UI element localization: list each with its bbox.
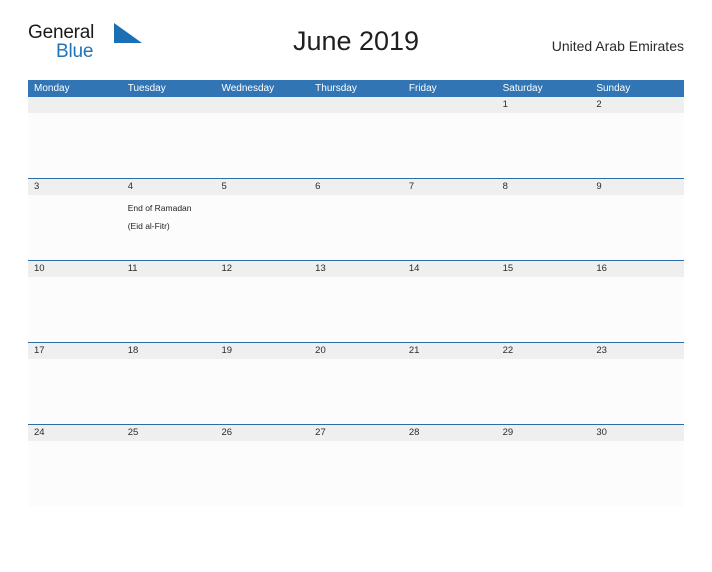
week-event-band xyxy=(28,441,684,506)
event-cell[interactable] xyxy=(403,277,497,342)
event-cell[interactable] xyxy=(28,441,122,506)
date-cell[interactable]: 21 xyxy=(403,343,497,359)
date-cell[interactable]: 27 xyxy=(309,425,403,441)
date-cell[interactable]: 5 xyxy=(215,179,309,195)
event-cell[interactable] xyxy=(28,277,122,342)
calendar-table: Monday Tuesday Wednesday Thursday Friday… xyxy=(28,80,684,506)
date-cell[interactable]: 14 xyxy=(403,261,497,277)
event-cell[interactable] xyxy=(28,113,122,178)
event-cell[interactable]: End of Ramadan (Eid al-Fitr) xyxy=(122,195,216,260)
event-cell[interactable] xyxy=(122,441,216,506)
weekday-header-row: Monday Tuesday Wednesday Thursday Friday… xyxy=(28,80,684,97)
event-cell[interactable] xyxy=(309,113,403,178)
event-cell[interactable] xyxy=(590,441,684,506)
weekday-header-wednesday: Wednesday xyxy=(221,83,275,94)
week-date-band: 24 25 26 27 28 29 30 xyxy=(28,425,684,441)
date-cell[interactable]: 26 xyxy=(215,425,309,441)
event-cell[interactable] xyxy=(403,195,497,260)
event-cell[interactable] xyxy=(122,359,216,424)
page-header: General Blue June 2019 United Arab Emira… xyxy=(28,22,684,74)
event-cell[interactable] xyxy=(403,359,497,424)
event-cell[interactable] xyxy=(28,195,122,260)
weekday-header-friday: Friday xyxy=(408,83,437,94)
date-cell[interactable]: 1 xyxy=(497,97,591,113)
date-cell[interactable]: 7 xyxy=(403,179,497,195)
date-cell[interactable] xyxy=(215,97,309,113)
date-cell[interactable] xyxy=(122,97,216,113)
date-cell[interactable]: 20 xyxy=(309,343,403,359)
week-date-band: 3 4 5 6 7 8 9 xyxy=(28,179,684,195)
date-cell[interactable]: 6 xyxy=(309,179,403,195)
event-cell[interactable] xyxy=(309,195,403,260)
weekday-header-thursday: Thursday xyxy=(315,83,357,94)
week-date-band: 17 18 19 20 21 22 23 xyxy=(28,343,684,359)
event-cell[interactable] xyxy=(309,359,403,424)
event-cell[interactable] xyxy=(590,113,684,178)
date-cell[interactable]: 13 xyxy=(309,261,403,277)
date-cell[interactable]: 24 xyxy=(28,425,122,441)
weekday-header-monday: Monday xyxy=(34,83,70,94)
date-cell[interactable]: 29 xyxy=(497,425,591,441)
date-cell[interactable]: 25 xyxy=(122,425,216,441)
event-cell[interactable] xyxy=(590,195,684,260)
date-cell[interactable]: 10 xyxy=(28,261,122,277)
event-cell[interactable] xyxy=(122,277,216,342)
event-cell[interactable] xyxy=(590,359,684,424)
event-cell[interactable] xyxy=(215,195,309,260)
event-cell[interactable] xyxy=(215,359,309,424)
event-cell[interactable] xyxy=(122,113,216,178)
week-event-band xyxy=(28,359,684,424)
week-row: 17 18 19 20 21 22 23 xyxy=(28,342,684,424)
date-cell[interactable]: 23 xyxy=(590,343,684,359)
event-cell[interactable] xyxy=(497,359,591,424)
event-cell[interactable] xyxy=(497,113,591,178)
weekday-header-saturday: Saturday xyxy=(502,83,543,94)
week-row: 3 4 5 6 7 8 9 End of Ramadan (Eid al-Fit… xyxy=(28,178,684,260)
event-cell[interactable] xyxy=(497,195,591,260)
date-cell[interactable]: 8 xyxy=(497,179,591,195)
locale-label: United Arab Emirates xyxy=(551,38,684,54)
date-cell[interactable]: 17 xyxy=(28,343,122,359)
weekday-header-sunday: Sunday xyxy=(596,83,631,94)
date-cell[interactable] xyxy=(403,97,497,113)
date-cell[interactable]: 30 xyxy=(590,425,684,441)
event-cell[interactable] xyxy=(497,441,591,506)
event-cell[interactable] xyxy=(497,277,591,342)
event-cell[interactable] xyxy=(215,113,309,178)
date-cell[interactable]: 12 xyxy=(215,261,309,277)
date-cell[interactable]: 11 xyxy=(122,261,216,277)
event-cell[interactable] xyxy=(309,441,403,506)
date-cell[interactable] xyxy=(309,97,403,113)
date-cell[interactable]: 22 xyxy=(497,343,591,359)
week-event-band xyxy=(28,277,684,342)
event-cell[interactable] xyxy=(590,277,684,342)
event-cell[interactable] xyxy=(215,441,309,506)
event-text: End of Ramadan (Eid al-Fitr) xyxy=(127,203,192,231)
date-cell[interactable]: 18 xyxy=(122,343,216,359)
week-row: 10 11 12 13 14 15 16 xyxy=(28,260,684,342)
event-cell[interactable] xyxy=(403,441,497,506)
week-event-band xyxy=(28,113,684,178)
week-event-band: End of Ramadan (Eid al-Fitr) xyxy=(28,195,684,260)
week-row: 1 2 xyxy=(28,97,684,178)
date-cell[interactable]: 3 xyxy=(28,179,122,195)
date-cell[interactable]: 9 xyxy=(590,179,684,195)
event-cell[interactable] xyxy=(403,113,497,178)
date-cell[interactable]: 4 xyxy=(122,179,216,195)
event-cell[interactable] xyxy=(309,277,403,342)
event-cell[interactable] xyxy=(28,359,122,424)
date-cell[interactable]: 16 xyxy=(590,261,684,277)
date-cell[interactable]: 19 xyxy=(215,343,309,359)
weekday-header-tuesday: Tuesday xyxy=(127,83,166,94)
event-cell[interactable] xyxy=(215,277,309,342)
week-date-band: 1 2 xyxy=(28,97,684,113)
week-row: 24 25 26 27 28 29 30 xyxy=(28,424,684,506)
date-cell[interactable]: 2 xyxy=(590,97,684,113)
date-cell[interactable]: 15 xyxy=(497,261,591,277)
date-cell[interactable]: 28 xyxy=(403,425,497,441)
week-date-band: 10 11 12 13 14 15 16 xyxy=(28,261,684,277)
date-cell[interactable] xyxy=(28,97,122,113)
